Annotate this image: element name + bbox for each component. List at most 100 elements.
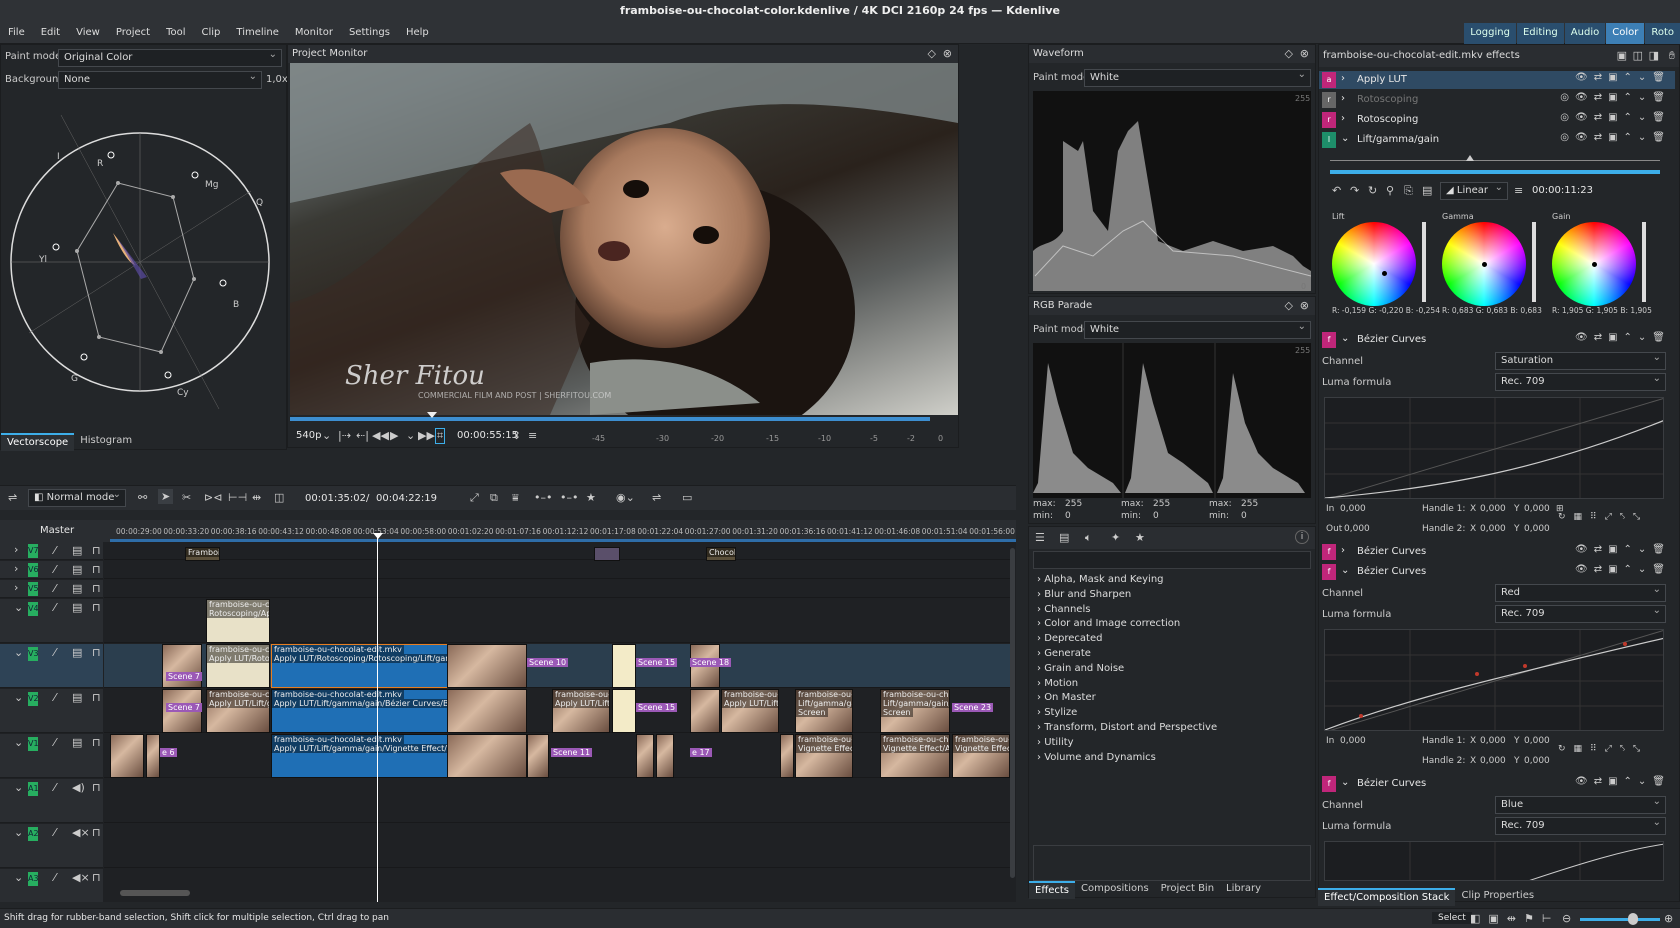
- film-icon[interactable]: ▤: [72, 544, 82, 557]
- settings-icon[interactable]: ⇌: [8, 491, 17, 504]
- film-icon[interactable]: ▤: [72, 582, 82, 595]
- film-icon[interactable]: ▤: [72, 646, 82, 659]
- lock-icon[interactable]: ⊓: [92, 736, 101, 749]
- track-name[interactable]: A3: [28, 872, 39, 886]
- lock-icon[interactable]: ⊓: [92, 826, 101, 839]
- track-name[interactable]: V2: [28, 692, 39, 706]
- h1-y[interactable]: 0,000: [1524, 504, 1550, 514]
- effect-actions-icon[interactable]: ◎👁︎⇄▣⌃⌄🗑︎: [1560, 92, 1671, 103]
- chevron-icon[interactable]: ⌄: [14, 601, 23, 614]
- category-volume[interactable]: › Volume and Dynamics: [1033, 751, 1311, 766]
- track-header[interactable]: ⌄ V3 ⁄ ▤ ⊓: [0, 644, 103, 688]
- track-name[interactable]: V6: [28, 563, 39, 577]
- menu-file[interactable]: File: [0, 22, 33, 44]
- audio-icon[interactable]: ◀): [72, 781, 85, 794]
- curve-tools-icon[interactable]: ↻▦⠿⤢⤣⤡: [1558, 744, 1648, 754]
- effect-actions-icon[interactable]: 👁︎⇄▣⌃⌄🗑︎: [1575, 564, 1671, 575]
- category-utility[interactable]: › Utility: [1033, 736, 1311, 751]
- menu-tool[interactable]: Tool: [158, 22, 193, 44]
- track-header[interactable]: ⌄ V1 ⁄ ▤ ⊓: [0, 734, 103, 778]
- track-header[interactable]: ⌄ A3 ⁄ ◀× ⊓: [0, 869, 103, 902]
- waveform-paint-mode[interactable]: White: [1084, 67, 1311, 87]
- effect-row[interactable]: r › Rotoscoping ◎👁︎⇄▣⌃⌄🗑︎: [1319, 91, 1675, 109]
- chevron-icon[interactable]: ⌄: [14, 646, 23, 659]
- timeline-vscrollbar[interactable]: [1010, 548, 1015, 878]
- snap-icon[interactable]: ⧉: [490, 491, 498, 505]
- favorite-icon[interactable]: ★: [1135, 531, 1145, 544]
- h2-x[interactable]: 0,000: [1480, 524, 1506, 534]
- keyframe-timecode[interactable]: 00:00:11:23: [1532, 185, 1593, 196]
- chevron-icon[interactable]: ›: [14, 581, 18, 594]
- category-grain[interactable]: › Grain and Noise: [1033, 662, 1311, 677]
- lift-wheel[interactable]: [1332, 222, 1416, 306]
- timeline-clip[interactable]: [162, 644, 202, 688]
- status-tools-icon[interactable]: ◧▣⇹⚑⊢: [1470, 912, 1559, 925]
- h2-x[interactable]: 0,000: [1480, 756, 1506, 766]
- effect-actions-icon[interactable]: 👁︎⇄▣⌃⌄🗑︎: [1575, 776, 1671, 787]
- track-name[interactable]: V3: [28, 647, 39, 661]
- tab-histogram[interactable]: Histogram: [74, 433, 138, 451]
- timeline-clip[interactable]: [447, 644, 527, 688]
- menu-project[interactable]: Project: [108, 22, 158, 44]
- gain-wheel[interactable]: [1552, 222, 1636, 306]
- bezier-curve-saturation[interactable]: [1324, 397, 1664, 499]
- track-header[interactable]: › V6 ⁄ ▤ ⊓: [0, 561, 103, 579]
- video-icon[interactable]: ▤: [1059, 531, 1069, 544]
- overwrite-icon[interactable]: •–•: [560, 491, 578, 504]
- track-lane[interactable]: [104, 580, 1010, 598]
- gamma-slider[interactable]: [1532, 222, 1536, 302]
- monitor-seekbar[interactable]: [290, 417, 930, 421]
- tab-clip-properties[interactable]: Clip Properties: [1455, 888, 1540, 906]
- track-name[interactable]: A1: [28, 782, 39, 796]
- chevron-icon[interactable]: ⌄: [14, 871, 23, 884]
- effect-toggle-icon[interactable]: ⁄: [54, 691, 56, 704]
- menu-monitor[interactable]: Monitor: [287, 22, 341, 44]
- category-channels[interactable]: › Channels: [1033, 603, 1311, 618]
- timeline-clip[interactable]: [527, 734, 549, 778]
- track-name[interactable]: V4: [28, 602, 39, 616]
- timeline-clip[interactable]: [447, 734, 527, 778]
- chevron-right-icon[interactable]: ›: [1341, 93, 1345, 104]
- effect-row[interactable]: a › Apply LUT 👁︎⇄▣⌃⌄🗑︎: [1319, 71, 1675, 89]
- h1-y[interactable]: 0,000: [1524, 736, 1550, 746]
- chevron-down-icon[interactable]: ⌄: [322, 429, 331, 442]
- timeline-clip[interactable]: framboise-ou-chocRotoscoping/Appl: [206, 599, 270, 643]
- layout-audio[interactable]: Audio: [1564, 23, 1606, 44]
- chevron-icon[interactable]: ›: [14, 543, 18, 556]
- channel-select[interactable]: Blue: [1495, 794, 1666, 814]
- timeline-clip[interactable]: [780, 734, 794, 778]
- timeline-clip[interactable]: Chocolat: [706, 547, 736, 561]
- spin-icon[interactable]: ⇕: [512, 429, 521, 442]
- close-icon[interactable]: ⊗: [1300, 299, 1309, 312]
- effect-actions-icon[interactable]: ◎👁︎⇄▣⌃⌄🗑︎: [1560, 132, 1671, 143]
- custom-icon[interactable]: ✦: [1111, 531, 1120, 544]
- lift-slider[interactable]: [1422, 222, 1426, 302]
- zoom-in-icon[interactable]: ⊕: [1664, 912, 1673, 925]
- timeline-clip[interactable]: framboise-ou-chocVignette Effect/A: [795, 734, 853, 778]
- timeline-clip[interactable]: framboise-ou-chocApply LUT/Lift/ga: [206, 689, 270, 733]
- razor-icon[interactable]: ⚯: [138, 491, 147, 504]
- menu-edit[interactable]: Edit: [33, 22, 68, 44]
- timeline-clip[interactable]: [594, 547, 620, 561]
- playhead-marker[interactable]: [427, 412, 437, 418]
- lock-icon[interactable]: ⊓: [92, 691, 101, 704]
- audio-icon[interactable]: ◀×: [72, 826, 90, 839]
- prev-keyframe-icon[interactable]: ↶: [1332, 184, 1341, 197]
- chevron-right-icon[interactable]: ›: [1341, 545, 1345, 556]
- in-value[interactable]: 0,000: [1340, 504, 1366, 514]
- master-label[interactable]: Master: [40, 525, 74, 536]
- copy-icon[interactable]: ⎘: [1404, 184, 1413, 198]
- tab-compositions[interactable]: Compositions: [1075, 881, 1155, 899]
- track-header[interactable]: › V5 ⁄ ▤ ⊓: [0, 580, 103, 598]
- timeline-clip[interactable]: [146, 734, 160, 778]
- add-keyframe-icon[interactable]: ↷: [1350, 184, 1359, 197]
- menu-timeline[interactable]: Timeline: [228, 22, 287, 44]
- chevron-icon[interactable]: ⌄: [14, 691, 23, 704]
- split-icon[interactable]: ◫: [1633, 49, 1643, 62]
- multicam-icon[interactable]: ◫: [274, 491, 284, 504]
- chevron-icon[interactable]: ⌄: [14, 736, 23, 749]
- gain-slider[interactable]: [1642, 222, 1646, 302]
- category-generate[interactable]: › Generate: [1033, 647, 1311, 662]
- tab-project-bin[interactable]: Project Bin: [1155, 881, 1220, 899]
- float-icon[interactable]: ◇: [1285, 299, 1293, 312]
